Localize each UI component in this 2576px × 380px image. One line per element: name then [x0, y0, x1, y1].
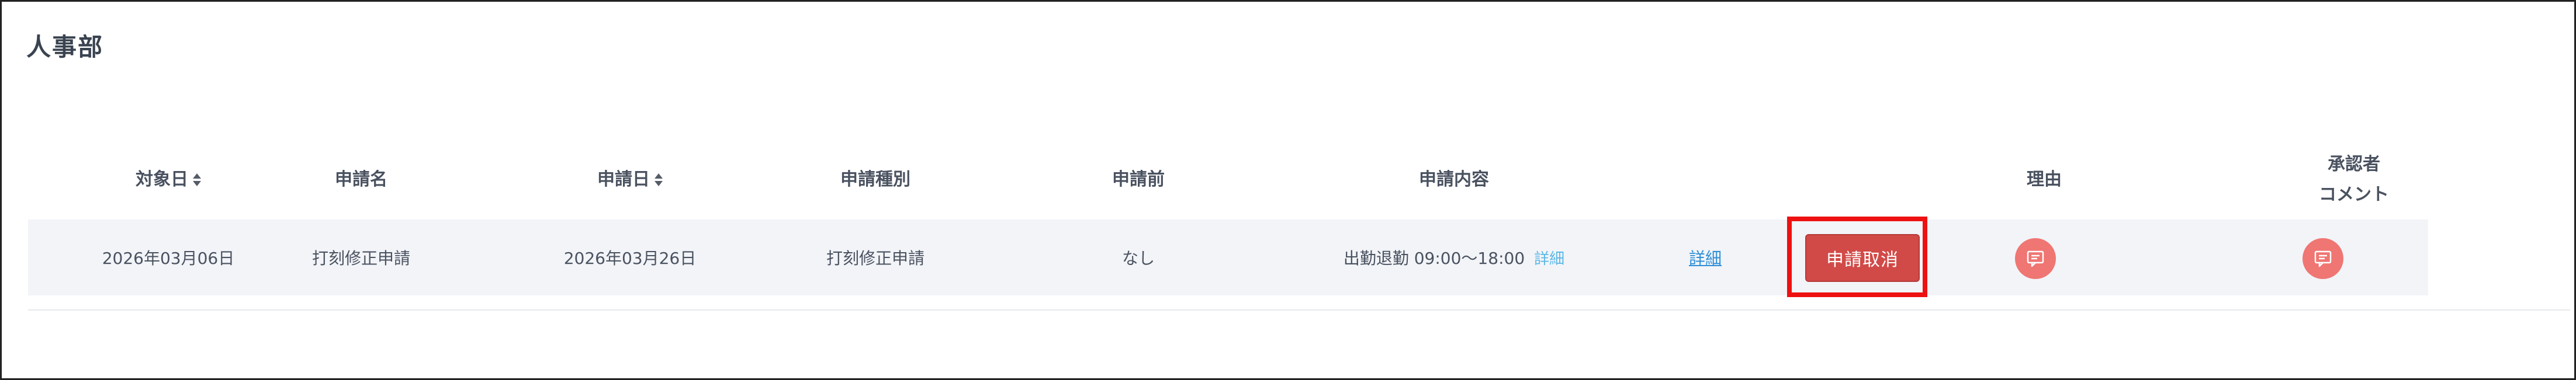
reason-comment-button[interactable] [2015, 238, 2056, 279]
cell-request-type: 打刻修正申請 [826, 249, 925, 268]
header-reason: 理由 [2027, 169, 2062, 190]
panel-frame: 人事部 対象日 申請名 申請日 申請種別 申請前 申請内容 理由 承認者 コメン… [0, 0, 2576, 380]
table-header-row: 対象日 申請名 申請日 申請種別 申請前 申請内容 理由 承認者 コメント [28, 136, 2424, 224]
sort-icon[interactable] [655, 173, 663, 186]
detail-link[interactable]: 詳細 [1689, 246, 1722, 269]
cell-content: 出勤退勤 09:00～18:00 詳細 [1279, 219, 1629, 295]
header-approver-comment: 承認者 コメント [2319, 154, 2389, 205]
cancel-request-button[interactable]: 申請取消 [1805, 234, 1920, 282]
comment-icon [2027, 250, 2044, 267]
department-title: 人事部 [26, 33, 104, 61]
sort-icon[interactable] [193, 173, 201, 186]
table-row: 2026年03月06日 打刻修正申請 2026年03月26日 打刻修正申請 なし… [28, 219, 2428, 295]
header-content: 申請内容 [1419, 169, 1489, 190]
header-request-date[interactable]: 申請日 [542, 136, 718, 224]
content-detail-link[interactable]: 詳細 [1534, 247, 1564, 269]
cell-before: なし [1121, 249, 1155, 268]
approver-comment-button[interactable] [2303, 238, 2343, 279]
cell-detail: 詳細 [1659, 219, 1752, 295]
header-request-type: 申請種別 [840, 169, 910, 190]
cell-target-date: 2026年03月06日 [102, 249, 235, 268]
header-target-date[interactable]: 対象日 [81, 136, 256, 224]
row-divider [28, 309, 2570, 311]
content-text: 出勤退勤 09:00～18:00 [1343, 249, 1525, 268]
comment-icon [2314, 250, 2332, 267]
header-before: 申請前 [1112, 169, 1165, 190]
cell-request-name: 打刻修正申請 [311, 249, 410, 268]
cell-request-date: 2026年03月26日 [563, 249, 697, 268]
header-request-name: 申請名 [335, 169, 387, 190]
